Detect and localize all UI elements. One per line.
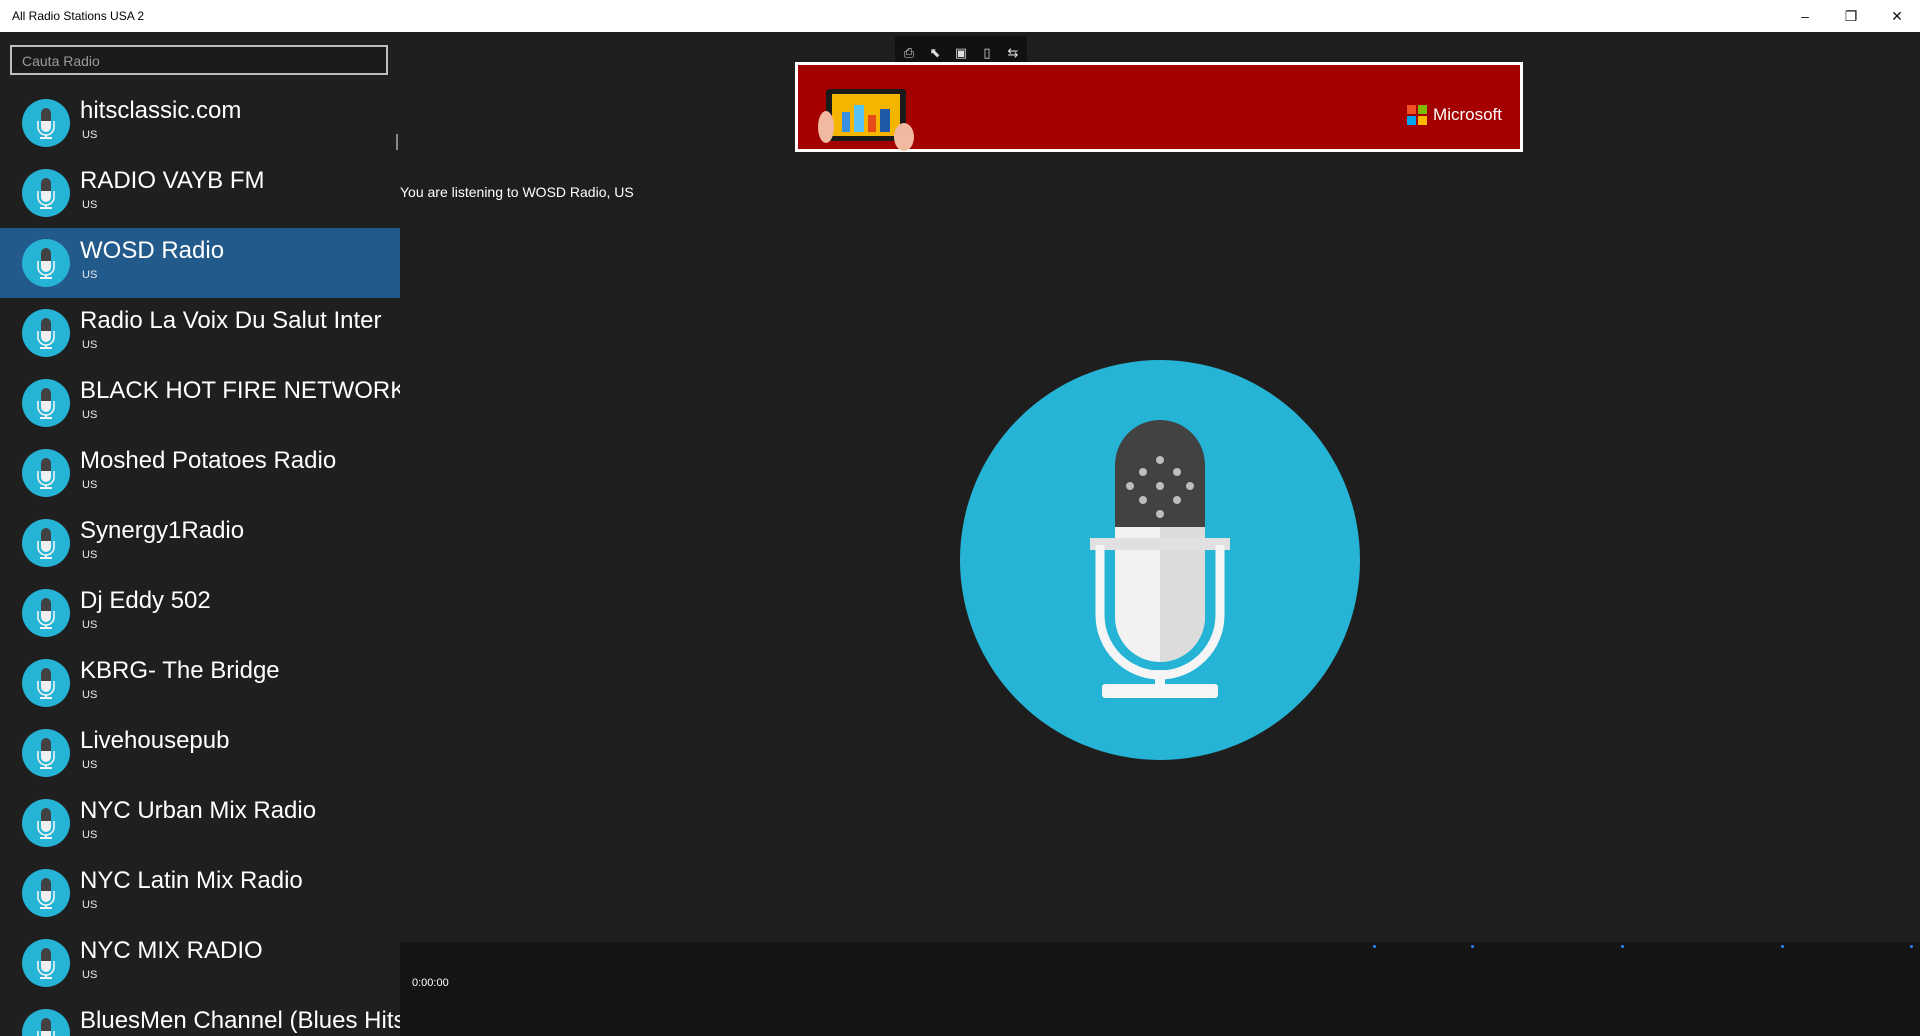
- station-item[interactable]: hitsclassic.com US: [0, 88, 400, 158]
- microphone-icon: [37, 388, 55, 419]
- maximize-button[interactable]: ❐: [1828, 0, 1874, 32]
- ad-brand-label: Microsoft: [1433, 105, 1502, 124]
- station-name: hitsclassic.com: [80, 97, 242, 124]
- station-country: US: [82, 829, 98, 841]
- station-country: US: [82, 549, 98, 561]
- ad-banner[interactable]: Microsoft: [795, 62, 1523, 152]
- progress-marker[interactable]: [1621, 945, 1624, 948]
- microphone-icon: [37, 598, 55, 629]
- station-artwork: [960, 360, 1360, 760]
- station-country: US: [82, 129, 98, 141]
- playback-time: 0:00:00: [412, 977, 449, 989]
- station-item[interactable]: KBRG- The Bridge US: [0, 648, 400, 718]
- station-name: Synergy1Radio: [80, 517, 245, 544]
- station-country: US: [82, 969, 98, 981]
- close-button[interactable]: ✕: [1874, 0, 1920, 32]
- station-item[interactable]: BLACK HOT FIRE NETWORK US: [0, 368, 400, 438]
- ad-tablet-illustration: [818, 89, 914, 151]
- station-avatar: [22, 239, 70, 287]
- station-item[interactable]: NYC Urban Mix Radio US: [0, 788, 400, 858]
- station-country: US: [82, 479, 98, 491]
- station-avatar: [22, 1009, 70, 1036]
- station-name: NYC Latin Mix Radio: [80, 867, 303, 894]
- microphone-icon: [37, 248, 55, 279]
- station-item[interactable]: Synergy1Radio US: [0, 508, 400, 578]
- station-avatar: [22, 449, 70, 497]
- expand-icon[interactable]: ▣: [951, 43, 971, 63]
- station-item[interactable]: Moshed Potatoes Radio US: [0, 438, 400, 508]
- pointer-icon[interactable]: ⬉: [925, 43, 945, 63]
- ad-microsoft-logo: Microsoft: [1407, 105, 1502, 125]
- station-name: NYC Urban Mix Radio: [80, 797, 317, 824]
- microphone-icon: [37, 318, 55, 349]
- station-item[interactable]: RADIO VAYB FM US: [0, 158, 400, 228]
- station-avatar: [22, 939, 70, 987]
- station-item[interactable]: WOSD Radio US: [0, 228, 400, 298]
- station-country: US: [82, 899, 98, 911]
- station-country: US: [82, 689, 98, 701]
- microphone-icon: [37, 528, 55, 559]
- microphone-icon: [37, 738, 55, 769]
- progress-marker[interactable]: [1781, 945, 1784, 948]
- station-name: Livehousepub: [80, 727, 230, 754]
- progress-marker[interactable]: [1373, 945, 1376, 948]
- station-name: RADIO VAYB FM: [80, 167, 265, 194]
- microphone-icon: [37, 668, 55, 699]
- station-list: hitsclassic.com US RADIO VAYB FM US WOSD Rad…: [0, 88, 400, 1036]
- station-avatar: [22, 589, 70, 637]
- minimize-button[interactable]: –: [1782, 0, 1828, 32]
- station-name: Dj Eddy 502: [80, 587, 211, 614]
- station-name: NYC MIX RADIO: [80, 937, 263, 964]
- station-sidebar: Cauta Radio hitsclassic.com US RADIO VAYB …: [0, 32, 400, 1036]
- station-avatar: [22, 869, 70, 917]
- station-country: US: [82, 409, 98, 421]
- player-bar: 0:00:00: [400, 942, 1920, 1036]
- app-title: All Radio Stations USA 2: [12, 9, 145, 23]
- station-country: US: [82, 199, 98, 211]
- title-bar: All Radio Stations USA 2 – ❐ ✕: [0, 0, 1920, 32]
- station-avatar: [22, 659, 70, 707]
- search-input[interactable]: Cauta Radio: [10, 45, 388, 75]
- station-avatar: [22, 519, 70, 567]
- microphone-icon: [37, 948, 55, 979]
- station-avatar: [22, 169, 70, 217]
- ad-info-icon[interactable]: ⎙: [899, 43, 919, 63]
- station-item[interactable]: Radio La Voix Du Salut Inter US: [0, 298, 400, 368]
- microphone-icon: [37, 178, 55, 209]
- station-item[interactable]: Livehousepub US: [0, 718, 400, 788]
- station-avatar: [22, 379, 70, 427]
- share-icon[interactable]: ⇆: [1003, 43, 1023, 63]
- station-item[interactable]: Dj Eddy 502 US: [0, 578, 400, 648]
- station-country: US: [82, 759, 98, 771]
- microsoft-logo-icon: [1407, 105, 1428, 125]
- microphone-icon: [37, 878, 55, 909]
- station-country: US: [82, 619, 98, 631]
- station-country: US: [82, 269, 98, 281]
- station-name: KBRG- The Bridge: [80, 657, 280, 684]
- progress-marker[interactable]: [1471, 945, 1474, 948]
- station-name: Radio La Voix Du Salut Inter: [80, 307, 382, 334]
- station-name: WOSD Radio: [80, 237, 225, 264]
- microphone-icon: [37, 808, 55, 839]
- station-avatar: [22, 99, 70, 147]
- station-avatar: [22, 799, 70, 847]
- station-avatar: [22, 309, 70, 357]
- station-avatar: [22, 729, 70, 777]
- station-name: Moshed Potatoes Radio: [80, 447, 337, 474]
- microphone-icon: [960, 360, 1360, 760]
- progress-marker[interactable]: [1910, 945, 1913, 948]
- microphone-icon: [37, 1018, 55, 1036]
- station-name: BLACK HOT FIRE NETWORK: [80, 377, 400, 404]
- station-country: US: [82, 339, 98, 351]
- station-name: BluesMen Channel (Blues Hits: [80, 1007, 400, 1034]
- now-playing-text: You are listening to WOSD Radio, US: [400, 184, 634, 200]
- station-item[interactable]: NYC MIX RADIO US: [0, 928, 400, 998]
- microphone-icon: [37, 108, 55, 139]
- microphone-icon: [37, 458, 55, 489]
- device-icon[interactable]: ▯: [977, 43, 997, 63]
- station-item[interactable]: NYC Latin Mix Radio US: [0, 858, 400, 928]
- main-content: ⎙ ⬉ ▣ ▯ ⇆ Microsoft You are listening to…: [400, 32, 1920, 1036]
- station-item[interactable]: BluesMen Channel (Blues Hits: [0, 998, 400, 1036]
